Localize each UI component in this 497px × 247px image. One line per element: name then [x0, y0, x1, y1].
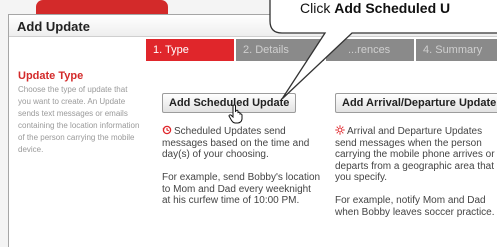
callout-text: Click Add Scheduled U: [300, 0, 450, 16]
clock-arrow-icon: [162, 125, 172, 135]
callout-prefix: Click: [300, 0, 335, 16]
tab-details[interactable]: 2. Details: [236, 39, 324, 61]
target-burst-icon: [335, 125, 345, 135]
add-arrival-departure-update-button[interactable]: Add Arrival/Departure Update: [335, 93, 497, 113]
hand-cursor-icon: [228, 104, 243, 124]
background-tab: [36, 0, 168, 14]
arrival-description: Arrival and Departure Updates send messa…: [335, 125, 497, 184]
callout-emphasis: Add Scheduled U: [334, 0, 451, 16]
scheduled-example: For example, send Bobby's location to Mo…: [162, 172, 321, 206]
arrival-example: For example, notify Mom and Dad when Bob…: [335, 195, 495, 218]
help-sidebar: Update Type Choose the type of update th…: [18, 70, 140, 156]
tab-summary[interactable]: 4. Summary: [416, 39, 497, 61]
add-update-dialog: Add Update 1. Type 2. Details ...rences …: [8, 14, 497, 247]
sidebar-description: Choose the type of update that you want …: [18, 85, 140, 154]
scheduled-description-text: Scheduled Updates send messages based on…: [162, 126, 310, 160]
scheduled-description: Scheduled Updates send messages based on…: [162, 125, 322, 161]
dialog-title: Add Update: [17, 19, 90, 34]
tab-type[interactable]: 1. Type: [146, 39, 234, 61]
arrival-description-text: Arrival and Departure Updates send messa…: [335, 126, 495, 183]
wizard-tabs: 1. Type 2. Details ...rences 4. Summary: [146, 39, 497, 61]
dialog-header: Add Update: [9, 15, 497, 37]
sidebar-heading: Update Type: [18, 70, 84, 82]
tab-preferences[interactable]: ...rences: [326, 39, 414, 61]
